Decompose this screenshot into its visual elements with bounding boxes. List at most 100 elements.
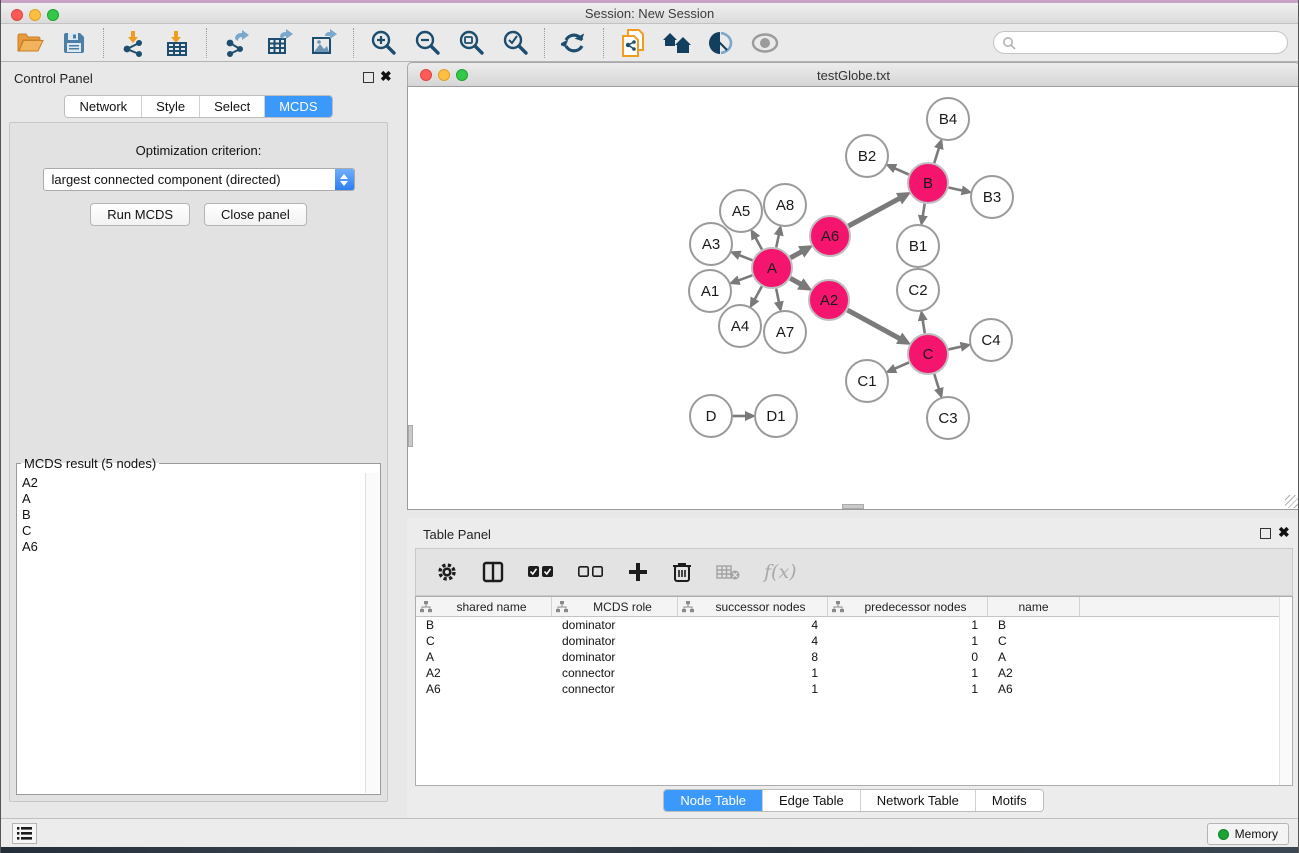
graph-node-B3[interactable]: B3	[971, 176, 1013, 218]
tab-network[interactable]: Network	[65, 96, 142, 117]
graph-node-A4[interactable]: A4	[719, 305, 761, 347]
table-row[interactable]: Bdominator41B	[416, 617, 1292, 633]
select-all-icon[interactable]	[528, 565, 554, 579]
table-cell[interactable]: dominator	[552, 617, 678, 633]
graph-node-A1[interactable]: A1	[689, 270, 731, 312]
delete-column-icon[interactable]	[672, 561, 692, 583]
close-panel-button[interactable]: Close panel	[204, 203, 307, 226]
tab-mcds[interactable]: MCDS	[265, 96, 331, 117]
graph-node-D[interactable]: D	[690, 395, 732, 437]
table-cell[interactable]: 1	[828, 633, 988, 649]
graph-node-A7[interactable]: A7	[764, 311, 806, 353]
refresh-icon[interactable]	[559, 28, 589, 58]
table-cell[interactable]: connector	[552, 665, 678, 681]
graph-node-B2[interactable]: B2	[846, 135, 888, 177]
graph-node-A2[interactable]: A2	[809, 280, 849, 320]
import-network-icon[interactable]	[118, 28, 148, 58]
criterion-select[interactable]: largest connected component (directed)	[43, 168, 355, 191]
export-image-icon[interactable]	[309, 28, 339, 58]
graph-edge-C-C1[interactable]	[894, 362, 908, 368]
table-tab-network-table[interactable]: Network Table	[861, 790, 976, 811]
table-tab-motifs[interactable]: Motifs	[976, 790, 1043, 811]
zoom-in-icon[interactable]	[368, 28, 398, 58]
mcds-result-item[interactable]: A	[22, 491, 365, 507]
settings-gear-icon[interactable]	[436, 561, 458, 583]
graph-node-C4[interactable]: C4	[970, 319, 1012, 361]
mcds-result-list[interactable]: A2ABCA6	[18, 473, 365, 793]
close-table-panel-icon[interactable]: ✖	[1278, 525, 1290, 539]
graph-node-A6[interactable]: A6	[810, 216, 850, 256]
column-header-MCDS-role[interactable]: MCDS role	[552, 597, 678, 616]
graph-node-B[interactable]: B	[908, 163, 948, 203]
table-cell[interactable]: dominator	[552, 633, 678, 649]
table-cell[interactable]: 1	[828, 617, 988, 633]
table-cell[interactable]: A2	[988, 665, 1080, 681]
table-cell[interactable]: B	[988, 617, 1080, 633]
graph-edge-C-C4[interactable]	[948, 347, 961, 350]
memory-button[interactable]: Memory	[1207, 823, 1289, 845]
table-cell[interactable]: connector	[552, 681, 678, 697]
graph-edge-B-B3[interactable]	[949, 187, 963, 190]
export-network-icon[interactable]	[221, 28, 251, 58]
table-row[interactable]: Cdominator41C	[416, 633, 1292, 649]
zoom-fit-icon[interactable]	[456, 28, 486, 58]
graphics-details-icon[interactable]	[706, 28, 736, 58]
table-tab-node-table[interactable]: Node Table	[664, 790, 763, 811]
table-cell[interactable]: 1	[678, 681, 828, 697]
graph-edge-A2-C[interactable]	[847, 310, 899, 339]
import-table-icon[interactable]	[162, 28, 192, 58]
table-cell[interactable]: 8	[678, 649, 828, 665]
table-row[interactable]: A6connector11A6	[416, 681, 1292, 697]
table-cell[interactable]: A2	[416, 665, 552, 681]
table-cell[interactable]: dominator	[552, 649, 678, 665]
network-canvas[interactable]: B4B2BB3A5A8A6B1A3AC2A1A2A4A7C4CC1C3DD1	[407, 87, 1299, 510]
graph-edge-A-A8[interactable]	[776, 234, 779, 247]
table-cell[interactable]: 0	[828, 649, 988, 665]
graph-node-D1[interactable]: D1	[755, 395, 797, 437]
table-tab-edge-table[interactable]: Edge Table	[763, 790, 861, 811]
column-visibility-icon[interactable]	[482, 561, 504, 583]
table-cell[interactable]: A	[988, 649, 1080, 665]
task-history-button[interactable]	[12, 823, 37, 844]
network-horizontal-scrollbar[interactable]	[842, 504, 864, 509]
table-cell[interactable]: 1	[678, 665, 828, 681]
graph-edge-C-C2[interactable]	[923, 320, 925, 334]
export-table-icon[interactable]	[265, 28, 295, 58]
table-row[interactable]: A2connector11A2	[416, 665, 1292, 681]
window-resize-grip[interactable]	[1285, 495, 1298, 508]
graph-node-C1[interactable]: C1	[846, 360, 888, 402]
table-cell[interactable]: C	[988, 633, 1080, 649]
add-column-icon[interactable]	[628, 562, 648, 582]
graph-edge-B-B2[interactable]	[894, 168, 908, 174]
open-session-icon[interactable]	[15, 28, 45, 58]
graph-node-C2[interactable]: C2	[897, 269, 939, 311]
graph-edge-C-C3[interactable]	[934, 374, 939, 389]
mcds-result-item[interactable]: A6	[22, 539, 365, 555]
graph-edge-A-A1[interactable]	[738, 275, 752, 280]
graph-edge-A-A6[interactable]	[790, 251, 802, 257]
close-panel-icon[interactable]: ✖	[380, 69, 392, 83]
table-cell[interactable]: B	[416, 617, 552, 633]
tab-style[interactable]: Style	[142, 96, 200, 117]
table-cell[interactable]: 1	[828, 681, 988, 697]
first-neighbors-icon[interactable]	[662, 28, 692, 58]
table-cell[interactable]: A6	[416, 681, 552, 697]
float-panel-icon[interactable]	[363, 72, 374, 83]
graph-edge-B-B1[interactable]	[923, 204, 925, 217]
graph-edge-B-B4[interactable]	[934, 148, 939, 163]
table-cell[interactable]: 4	[678, 617, 828, 633]
column-header-predecessor-nodes[interactable]: predecessor nodes	[828, 597, 988, 616]
table-cell[interactable]: 1	[828, 665, 988, 681]
table-cell[interactable]: A	[416, 649, 552, 665]
tab-select[interactable]: Select	[200, 96, 265, 117]
table-cell[interactable]: C	[416, 633, 552, 649]
float-table-panel-icon[interactable]	[1260, 528, 1271, 539]
run-mcds-button[interactable]: Run MCDS	[90, 203, 190, 226]
network-window-titlebar[interactable]: testGlobe.txt	[407, 62, 1299, 87]
zoom-selected-icon[interactable]	[500, 28, 530, 58]
deselect-all-icon[interactable]	[578, 565, 604, 579]
graph-node-B4[interactable]: B4	[927, 98, 969, 140]
network-vertical-scrollbar[interactable]	[408, 425, 413, 447]
network-from-selection-icon[interactable]	[618, 28, 648, 58]
graph-node-A[interactable]: A	[752, 248, 792, 288]
